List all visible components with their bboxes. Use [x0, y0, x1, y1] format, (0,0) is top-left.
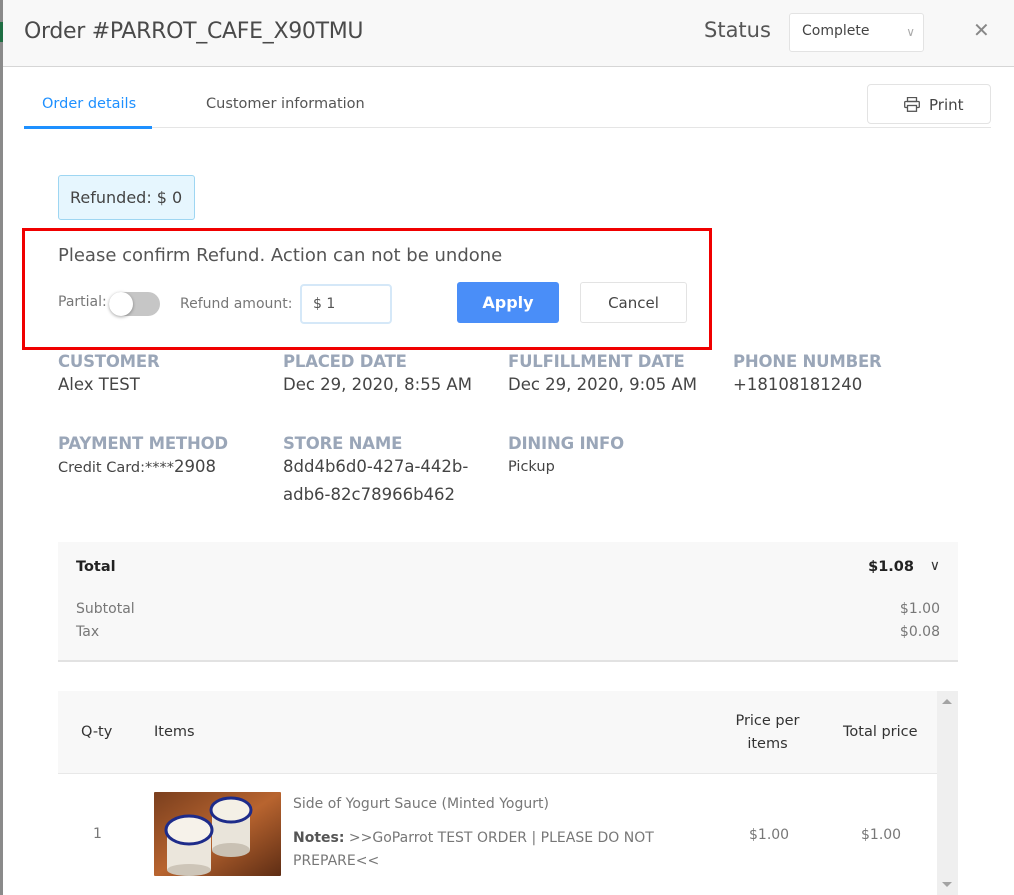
subtotal-value: $1.00: [899, 601, 940, 617]
tab-customer-information[interactable]: Customer information: [206, 96, 365, 112]
customer-field: CUSTOMER Alex TEST: [58, 352, 278, 399]
scroll-down-arrow-icon[interactable]: [942, 882, 952, 887]
payment-card-last4: 2908: [174, 457, 217, 476]
placed-date-field: PLACED DATE Dec 29, 2020, 8:55 AM: [283, 352, 503, 399]
status-label: Status: [704, 18, 771, 42]
refund-amount-label: Refund amount:: [180, 296, 293, 312]
header-price-line2: items: [747, 736, 788, 752]
payment-method-label: PAYMENT METHOD: [58, 434, 228, 453]
apply-button[interactable]: Apply: [457, 282, 559, 323]
items-scrollbar[interactable]: [937, 691, 958, 895]
order-title: Order #PARROT_CAFE_X90TMU: [24, 19, 364, 44]
toggle-knob: [109, 292, 133, 316]
header-price-line1: Price per: [735, 713, 800, 729]
items-table: Q-ty Items Price per items Total price 1: [58, 691, 938, 895]
store-name-line2: adb6-82c78966b462: [283, 485, 456, 504]
item-qty: 1: [93, 826, 102, 842]
fulfillment-date-value: Dec 29, 2020, 9:05 AM: [508, 375, 697, 394]
cancel-button[interactable]: Cancel: [580, 282, 687, 323]
refund-confirm-message: Please confirm Refund. Action can not be…: [58, 245, 503, 266]
item-notes-line2: PREPARE<<: [293, 853, 380, 869]
refunded-badge: Refunded: $ 0: [58, 175, 195, 220]
refunded-amount: Refunded: $ 0: [70, 188, 183, 207]
chevron-down-icon[interactable]: ∨: [930, 558, 940, 574]
item-notes: Notes: >>GoParrot TEST ORDER | PLEASE DO…: [293, 830, 654, 846]
item-total: $1.00: [861, 827, 902, 843]
customer-label: CUSTOMER: [58, 352, 160, 371]
chevron-down-icon: ∨: [906, 25, 915, 39]
dining-info-label: DINING INFO: [508, 434, 624, 453]
active-tab-indicator: [24, 126, 152, 129]
partial-label: Partial:: [58, 294, 107, 310]
header-qty: Q-ty: [81, 724, 113, 740]
yogurt-cups-image: [154, 792, 281, 876]
partial-refund-toggle[interactable]: [109, 292, 160, 316]
refund-confirm-panel: Please confirm Refund. Action can not be…: [22, 228, 712, 350]
fulfillment-date-label: FULFILLMENT DATE: [508, 352, 685, 371]
fulfillment-date-field: FULFILLMENT DATE Dec 29, 2020, 9:05 AM: [508, 352, 728, 399]
customer-value: Alex TEST: [58, 375, 140, 394]
status-select[interactable]: Complete ∨: [789, 13, 924, 52]
tab-bar: Order details Customer information: [24, 84, 991, 129]
item-notes-label: Notes:: [293, 830, 345, 846]
payment-card-prefix: Credit Card:****: [58, 460, 175, 476]
background-window-edge: [0, 0, 3, 895]
printer-icon: [904, 97, 920, 112]
tax-label: Tax: [76, 624, 100, 640]
modal-header: Order #PARROT_CAFE_X90TMU Status Complet…: [3, 0, 1014, 67]
dining-info-value: Pickup: [508, 459, 555, 475]
header-items: Items: [154, 724, 195, 740]
items-table-header: Q-ty Items Price per items Total price: [58, 691, 938, 774]
print-button[interactable]: Print: [867, 84, 991, 124]
store-name-field: STORE NAME 8dd4b6d0-427a-442b- adb6-82c7…: [283, 434, 503, 509]
close-button[interactable]: ✕: [973, 18, 990, 42]
total-value: $1.08: [868, 559, 914, 575]
status-select-value: Complete: [802, 23, 870, 39]
scroll-up-arrow-icon[interactable]: [942, 699, 952, 704]
item-price: $1.00: [749, 827, 790, 843]
close-icon: ✕: [973, 18, 990, 42]
order-totals: Total $1.08 ∨ Subtotal $1.00 Tax $0.08: [58, 542, 958, 662]
store-name-label: STORE NAME: [283, 434, 403, 453]
tab-order-details[interactable]: Order details: [42, 96, 136, 112]
placed-date-value: Dec 29, 2020, 8:55 AM: [283, 375, 472, 394]
phone-value: +18108181240: [733, 375, 863, 394]
item-name: Side of Yogurt Sauce (Minted Yogurt): [293, 796, 549, 812]
phone-label: PHONE NUMBER: [733, 352, 882, 371]
tax-value: $0.08: [899, 624, 940, 640]
payment-method-field: PAYMENT METHOD Credit Card:****2908: [58, 434, 278, 479]
phone-field: PHONE NUMBER +18108181240: [733, 352, 953, 399]
print-label: Print: [929, 96, 964, 114]
dining-info-field: DINING INFO Pickup: [508, 434, 728, 478]
store-name-line1: 8dd4b6d0-427a-442b-: [283, 457, 469, 476]
subtotal-label: Subtotal: [76, 601, 135, 617]
placed-date-label: PLACED DATE: [283, 352, 407, 371]
header-price-per-items: Price per items: [730, 710, 805, 756]
total-label: Total: [76, 559, 116, 575]
payment-method-value: Credit Card:****2908: [58, 456, 278, 479]
header-total-price: Total price: [843, 724, 918, 740]
refund-amount-input[interactable]: [300, 284, 392, 324]
item-notes-text: >>GoParrot TEST ORDER | PLEASE DO NOT: [348, 830, 654, 846]
